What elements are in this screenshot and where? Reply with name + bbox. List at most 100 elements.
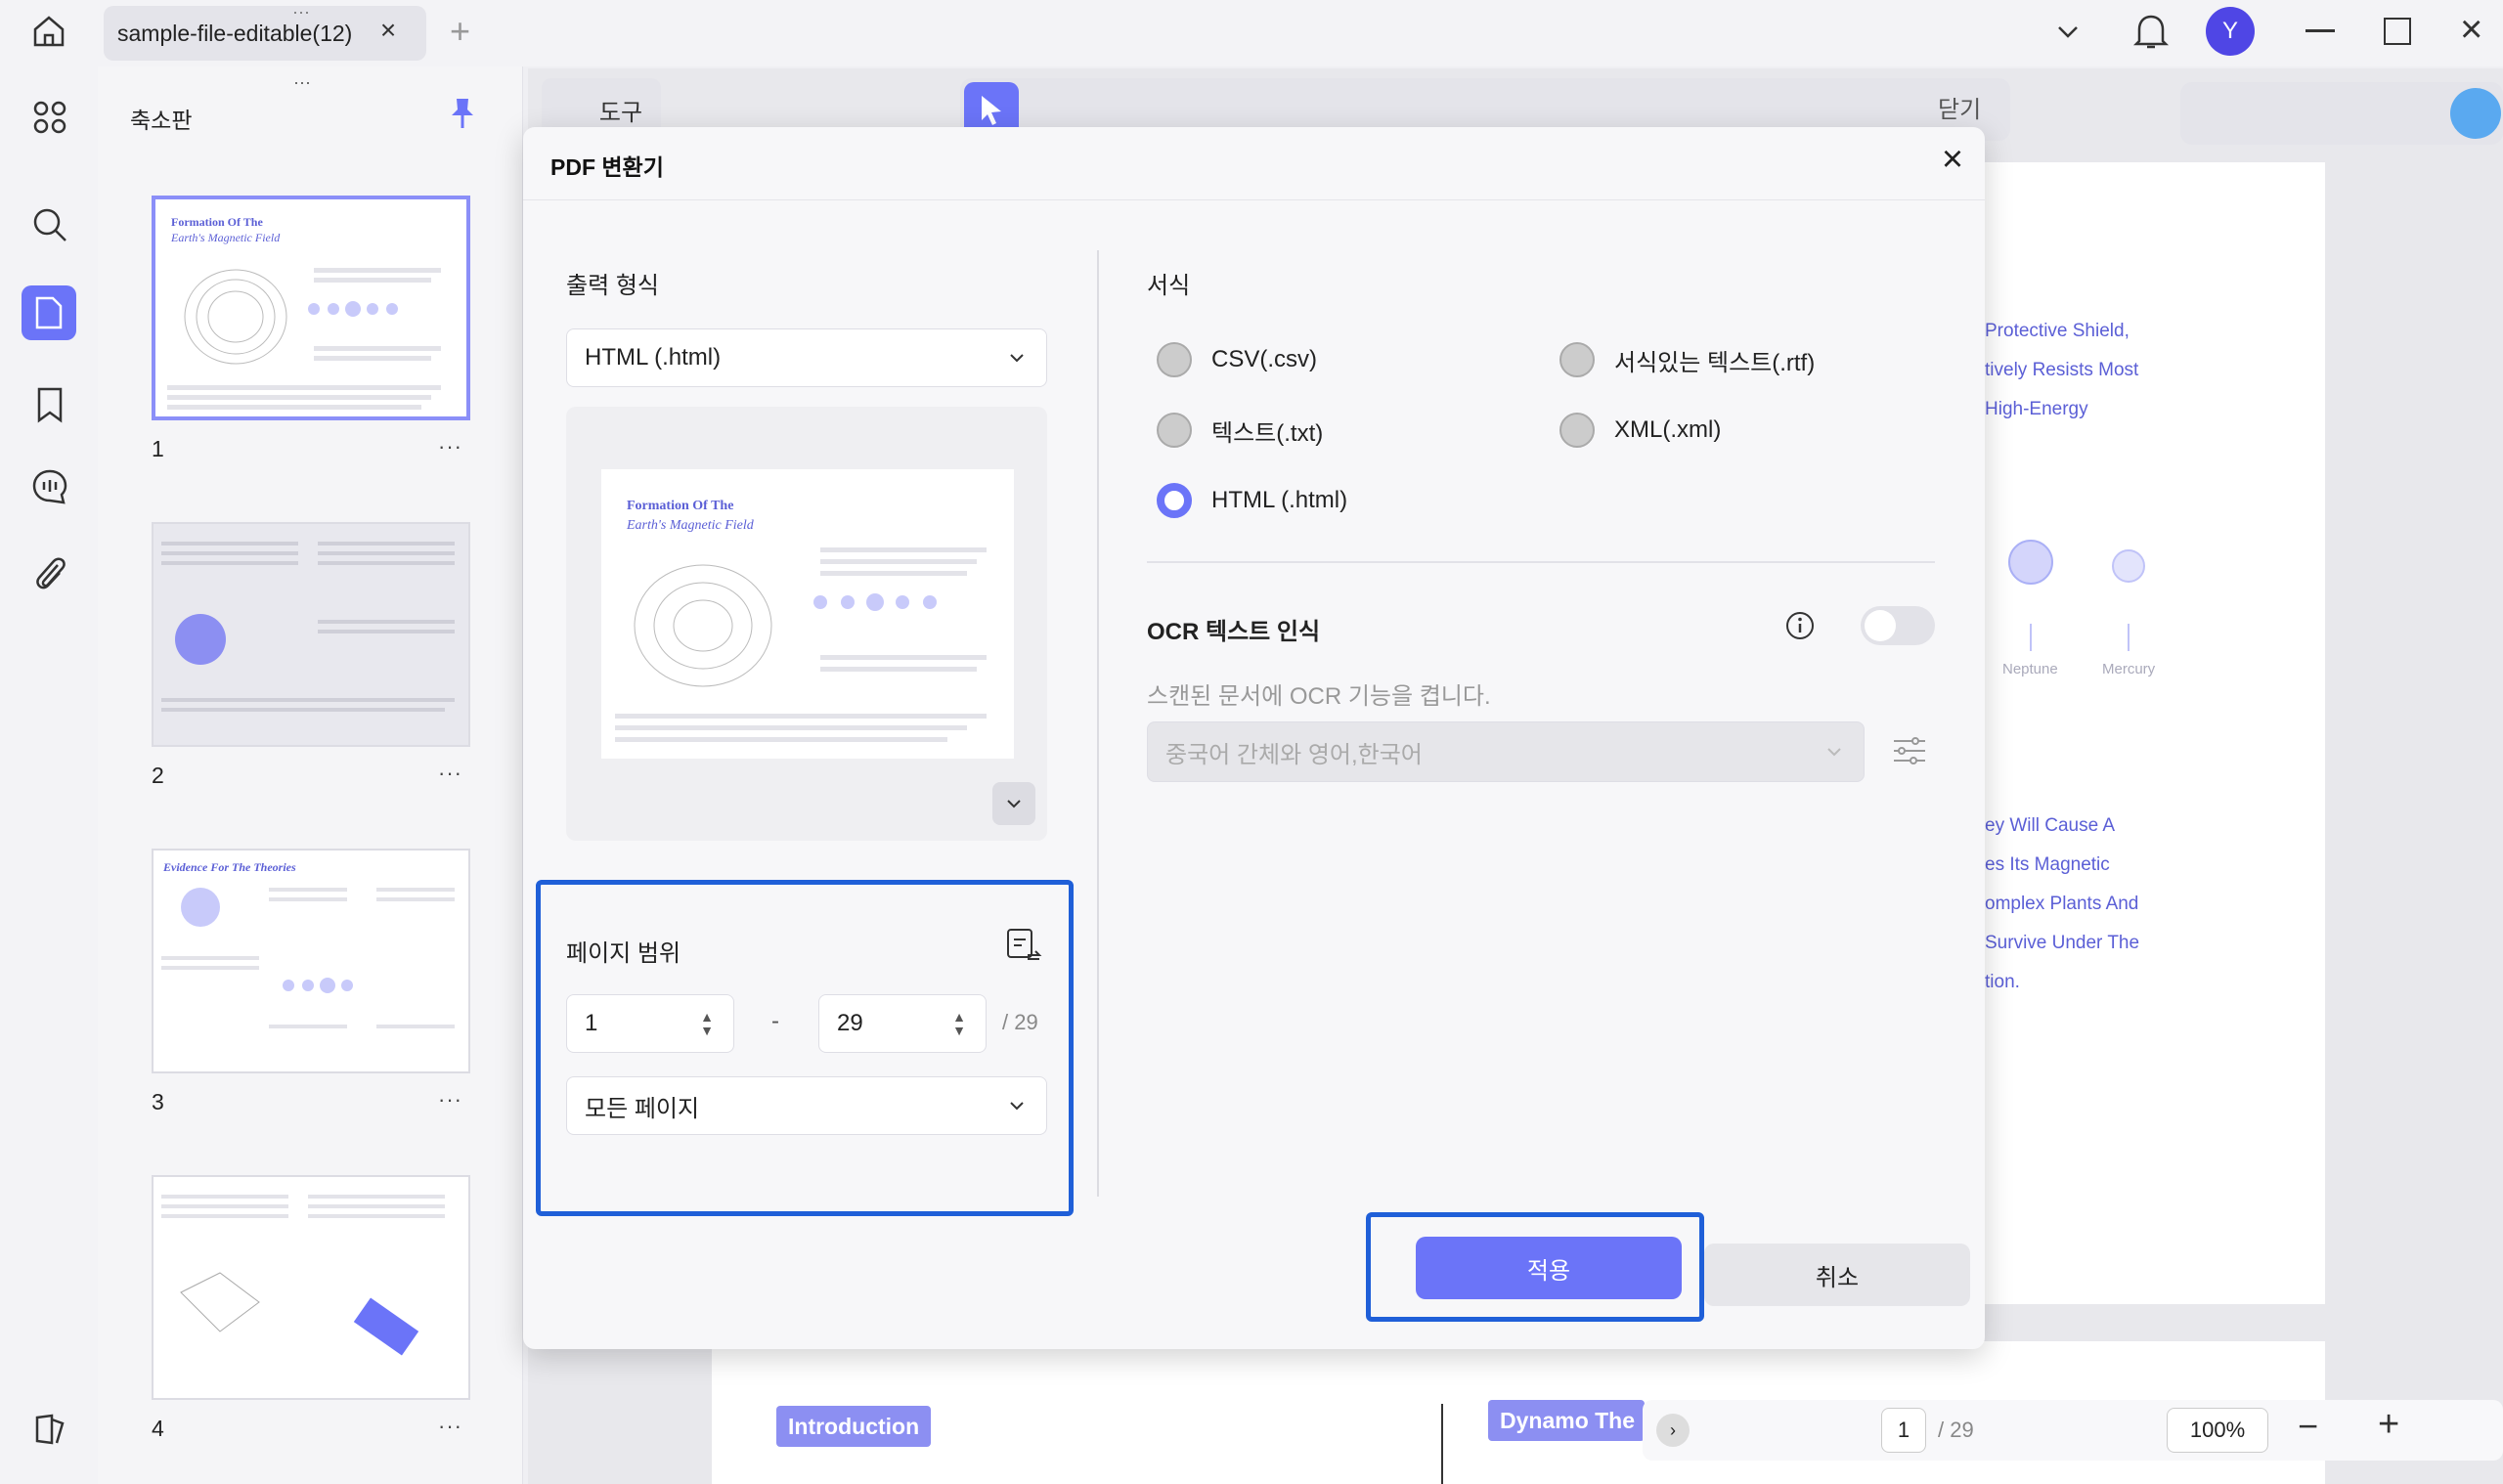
divider [1441, 1404, 1443, 1484]
drag-handle-icon[interactable]: ··· [292, 2, 310, 22]
close-tab-icon[interactable]: × [373, 16, 403, 45]
close-dialog-icon[interactable]: × [1933, 141, 1972, 180]
preview-heading: Formation Of The [627, 499, 734, 513]
page-navigation-bar: › 1 / 29 100% − + [1643, 1400, 2503, 1461]
page-thumbnail[interactable] [152, 522, 470, 747]
maximize-icon[interactable] [2384, 18, 2411, 45]
new-tab-icon[interactable]: + [450, 12, 470, 51]
output-format-value: HTML (.html) [585, 344, 722, 371]
pin-icon[interactable] [448, 96, 477, 136]
format-label: CSV(.csv) [1211, 346, 1317, 372]
format-label: HTML (.html) [1211, 487, 1348, 513]
planet-mercury [2112, 549, 2145, 583]
planet-neptune [2008, 540, 2053, 585]
format-option-rtf[interactable]: 서식있는 텍스트(.rtf) [1559, 342, 1815, 377]
zoom-level[interactable]: 100% [2167, 1408, 2268, 1453]
chevron-right-icon[interactable]: › [1656, 1414, 1690, 1447]
apps-grid-icon[interactable] [24, 92, 75, 143]
format-label: 서식있는 텍스트(.rtf) [1614, 349, 1816, 376]
thumbnail-panel-title: 축소판 [130, 108, 193, 133]
ai-assistant-icon[interactable] [2450, 88, 2501, 139]
ocr-language-value: 중국어 간체와 영어,한국어 [1165, 741, 1423, 768]
comments-icon[interactable] [24, 461, 75, 512]
format-option-txt[interactable]: 텍스트(.txt) [1157, 413, 1323, 448]
close-tools-button[interactable]: 닫기 [1938, 90, 1981, 124]
radio-button[interactable] [1157, 342, 1192, 377]
apply-button-highlight: 적용 [1366, 1212, 1704, 1322]
page-thumbnail[interactable]: Evidence For The Theories [152, 849, 470, 1073]
attachment-icon[interactable] [24, 547, 75, 598]
chevron-down-icon[interactable] [2053, 18, 2083, 52]
more-options-icon[interactable]: ··· [438, 761, 462, 786]
search-icon[interactable] [24, 199, 75, 250]
radio-button[interactable] [1559, 413, 1595, 448]
radio-button[interactable] [1157, 413, 1192, 448]
stepper-icon[interactable]: ▲ ▼ [952, 1010, 966, 1037]
page-total: / 29 [1938, 1418, 1974, 1442]
thumbnail-diagram [161, 542, 455, 712]
preview-diagram [615, 547, 987, 742]
ocr-label: OCR 텍스트 인식 [1147, 619, 1321, 645]
range-separator: - [771, 1008, 779, 1034]
stepper-icon[interactable]: ▲ ▼ [700, 1010, 714, 1037]
preview-subheading: Earth's Magnetic Field [627, 518, 754, 533]
section-badge: Dynamo The [1488, 1400, 1645, 1441]
thumbnail-diagram [167, 268, 441, 410]
tools-label: 도구 [598, 99, 643, 126]
page-range-to-input[interactable]: 29 ▲ ▼ [818, 994, 987, 1053]
radio-button-selected[interactable] [1157, 483, 1192, 518]
thumbnails-icon[interactable] [22, 285, 76, 340]
divider [523, 199, 1985, 200]
page-range-from-input[interactable]: 1 ▲ ▼ [566, 994, 734, 1053]
format-label: XML(.xml) [1614, 416, 1722, 443]
page-range-options-icon[interactable] [1004, 926, 1043, 970]
avatar[interactable]: Y [2206, 7, 2255, 56]
document-tab[interactable]: sample-file-editable(12) × ··· [104, 2, 426, 61]
info-icon[interactable] [1784, 610, 1816, 646]
page-thumbnail[interactable] [152, 1175, 470, 1400]
page-range-label: 페이지 범위 [566, 940, 681, 967]
page-thumbnail[interactable]: Formation Of The Earth's Magnetic Field [152, 196, 470, 420]
apply-button[interactable]: 적용 [1416, 1237, 1682, 1299]
page-range-to-value: 29 [837, 1010, 863, 1036]
drag-handle-icon[interactable]: ··· [293, 72, 311, 93]
page-range-section: 페이지 범위 1 ▲ ▼ - 29 ▲ ▼ / 29 모든 페이지 [536, 880, 1074, 1216]
page-range-from-value: 1 [585, 1010, 598, 1036]
minimize-icon[interactable] [2305, 29, 2335, 32]
ocr-toggle[interactable] [1861, 606, 1935, 645]
pdf-converter-dialog: PDF 변환기 × 출력 형식 HTML (.html) Formation O… [523, 127, 1985, 1349]
page-range-total: / 29 [1002, 1010, 1038, 1034]
planet-label: Mercury [2102, 661, 2156, 677]
cancel-button[interactable]: 취소 [1704, 1244, 1970, 1306]
radio-button[interactable] [1559, 342, 1595, 377]
zoom-in-icon[interactable]: + [2378, 1404, 2399, 1446]
planet-label: Neptune [2002, 661, 2058, 677]
title-bar: sample-file-editable(12) × ··· + Y × [0, 0, 2503, 66]
more-options-icon[interactable]: ··· [438, 1087, 462, 1113]
expand-preview-button[interactable] [992, 782, 1035, 825]
page-number-input[interactable]: 1 [1881, 1408, 1926, 1453]
output-format-select[interactable]: HTML (.html) [566, 328, 1047, 387]
toggle-knob [1865, 610, 1896, 641]
ocr-settings-icon[interactable] [1892, 733, 1927, 773]
home-icon[interactable] [29, 12, 68, 56]
thumbnail-diagram [161, 888, 455, 1028]
preview-page: Formation Of The Earth's Magnetic Field [601, 469, 1014, 759]
dialog-title: PDF 변환기 [550, 154, 664, 180]
thumbnail-page-number: 1 [152, 436, 164, 461]
format-option-xml[interactable]: XML(.xml) [1559, 413, 1721, 448]
ocr-language-select[interactable]: 중국어 간체와 영어,한국어 [1147, 721, 1865, 782]
thumbnail-diagram [161, 1195, 445, 1356]
more-options-icon[interactable]: ··· [438, 1414, 462, 1439]
format-option-html[interactable]: HTML (.html) [1157, 483, 1347, 518]
close-window-icon[interactable]: × [2460, 10, 2482, 49]
more-options-icon[interactable]: ··· [438, 434, 462, 459]
history-save-tools [2180, 82, 2503, 145]
notification-bell-icon[interactable] [2131, 10, 2171, 58]
bookmark-icon[interactable] [24, 379, 75, 430]
pages-select[interactable]: 모든 페이지 [566, 1076, 1047, 1135]
zoom-out-icon[interactable]: − [2298, 1406, 2318, 1447]
format-option-csv[interactable]: CSV(.csv) [1157, 342, 1317, 377]
library-icon[interactable] [24, 1404, 75, 1455]
body-text: Survive Under The [1985, 933, 2140, 953]
